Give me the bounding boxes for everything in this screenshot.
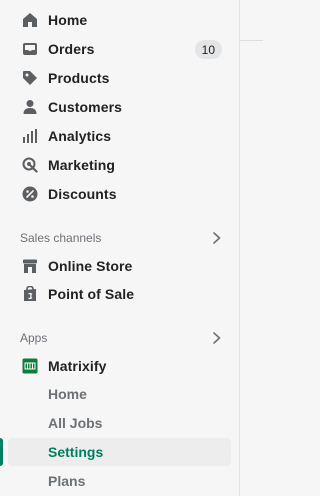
discount-icon xyxy=(20,184,40,204)
subnav-label: All Jobs xyxy=(48,415,103,431)
nav-item-orders[interactable]: Orders 10 xyxy=(8,35,231,63)
main-content-area xyxy=(240,0,263,496)
nav-item-online-store[interactable]: Online Store xyxy=(8,252,231,280)
nav-item-label: Point of Sale xyxy=(48,286,135,302)
inbox-icon xyxy=(20,39,40,59)
target-icon xyxy=(20,155,40,175)
orders-count-badge: 10 xyxy=(194,40,222,59)
nav-item-label: Home xyxy=(48,12,88,28)
sidebar-nav: Home Orders 10 Products Customers Analyt… xyxy=(0,0,240,496)
nav-item-label: Matrixify xyxy=(48,358,107,374)
home-icon xyxy=(20,10,40,30)
chevron-right-icon[interactable] xyxy=(207,228,227,248)
store-icon xyxy=(20,256,40,276)
nav-item-point-of-sale[interactable]: Point of Sale xyxy=(8,280,231,308)
nav-item-label: Customers xyxy=(48,99,123,115)
sales-channels-title: Sales channels xyxy=(20,231,102,245)
nav-item-discounts[interactable]: Discounts xyxy=(8,180,231,208)
nav-item-label: Products xyxy=(48,70,110,86)
bar-chart-icon xyxy=(20,126,40,146)
app-subnav-all-jobs[interactable]: All Jobs xyxy=(8,409,231,437)
active-item-indicator xyxy=(0,438,3,466)
subnav-label: Plans xyxy=(48,473,86,489)
nav-item-home[interactable]: Home xyxy=(8,6,231,34)
main-header-divider xyxy=(240,40,263,41)
nav-item-label: Orders xyxy=(48,41,95,57)
app-subnav-plans[interactable]: Plans xyxy=(8,467,231,495)
matrixify-app-icon xyxy=(20,356,40,376)
nav-item-products[interactable]: Products xyxy=(8,64,231,92)
nav-item-label: Marketing xyxy=(48,157,116,173)
person-icon xyxy=(20,97,40,117)
sales-channels-header: Sales channels xyxy=(8,226,231,250)
subnav-label: Home xyxy=(48,386,87,402)
nav-item-label: Analytics xyxy=(48,128,112,144)
nav-item-analytics[interactable]: Analytics xyxy=(8,122,231,150)
nav-item-label: Online Store xyxy=(48,258,133,274)
chevron-right-icon[interactable] xyxy=(207,328,227,348)
apps-title: Apps xyxy=(20,331,48,345)
nav-item-label: Discounts xyxy=(48,186,117,202)
apps-header: Apps xyxy=(8,326,231,350)
nav-item-matrixify[interactable]: Matrixify xyxy=(8,352,231,380)
subnav-label: Settings xyxy=(48,444,104,460)
nav-item-marketing[interactable]: Marketing xyxy=(8,151,231,179)
app-subnav-settings[interactable]: Settings xyxy=(8,438,231,466)
nav-item-customers[interactable]: Customers xyxy=(8,93,231,121)
tag-icon xyxy=(20,68,40,88)
app-subnav-home[interactable]: Home xyxy=(8,380,231,408)
shopping-bag-icon xyxy=(20,284,40,304)
